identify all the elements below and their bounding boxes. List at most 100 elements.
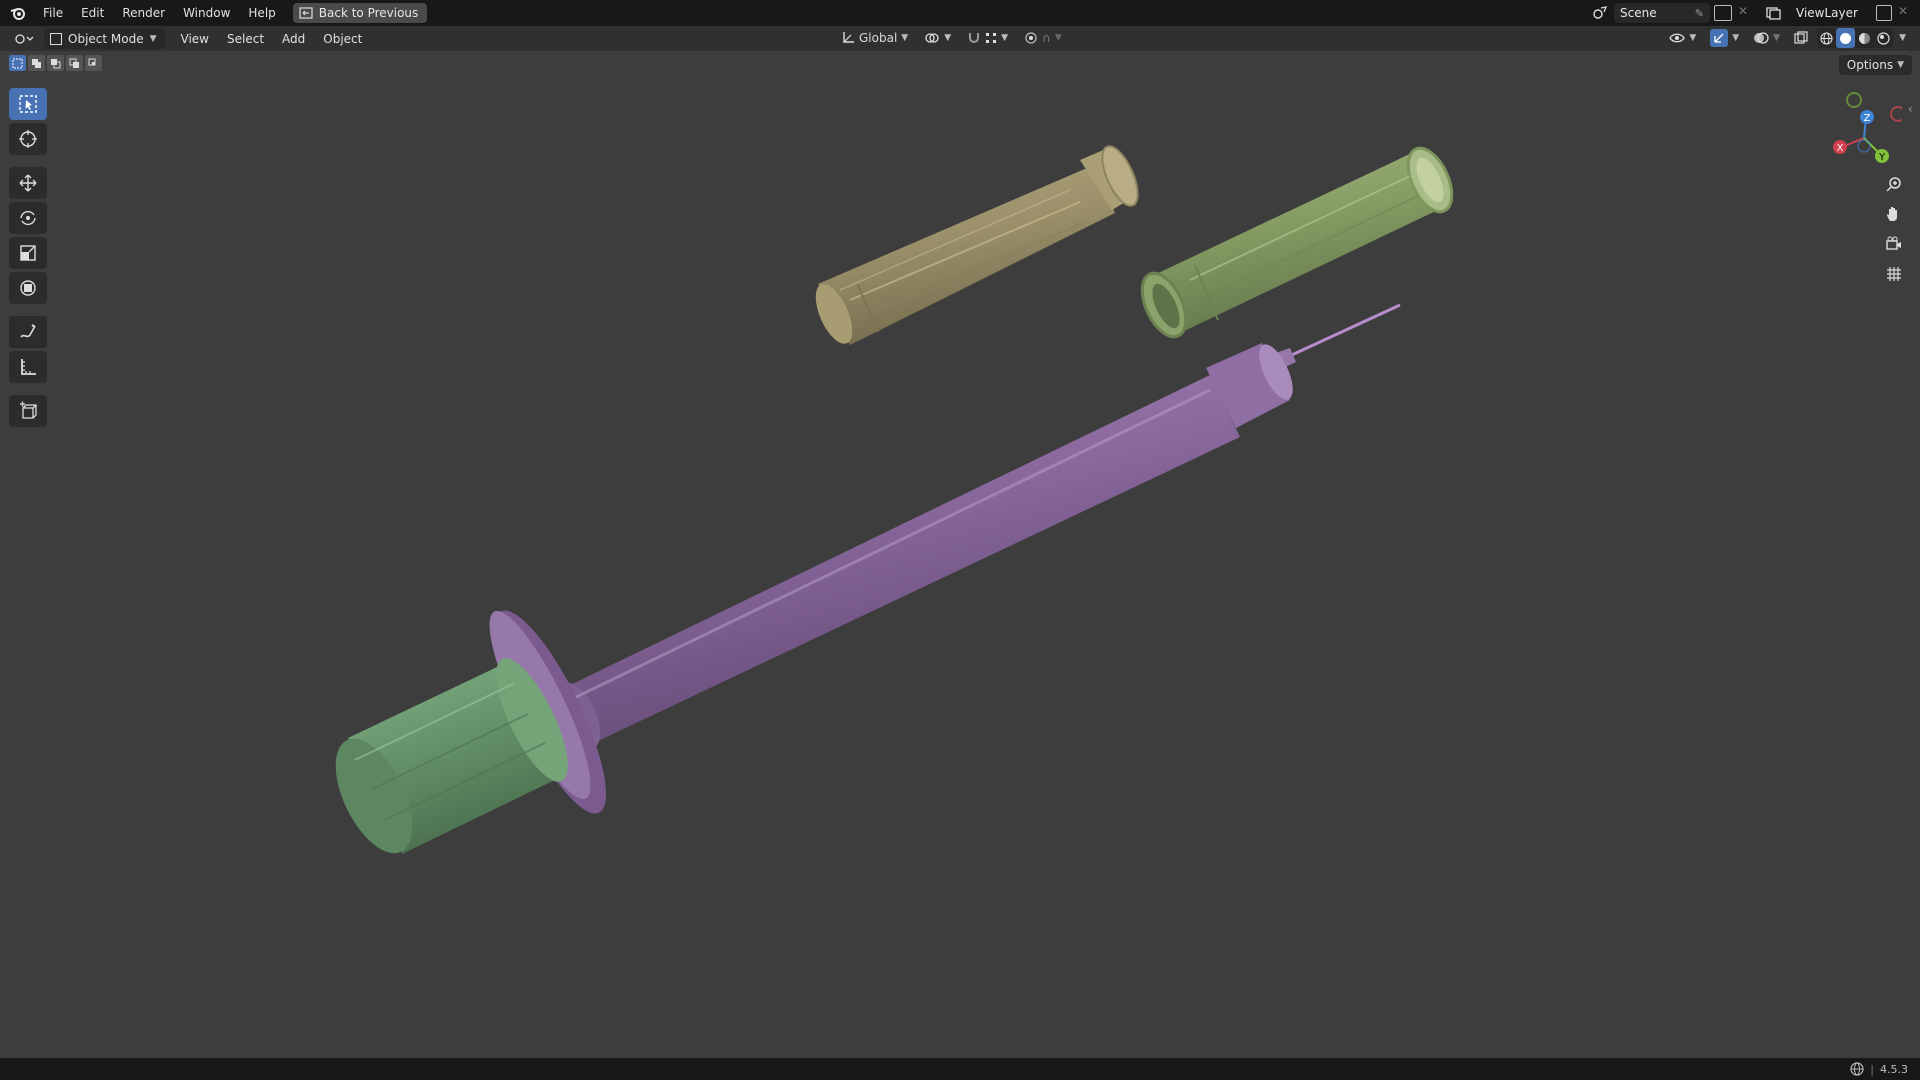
scene-render <box>335 141 1460 854</box>
transform-orientation-select[interactable]: Global ▼ <box>836 28 913 48</box>
new-viewlayer-icon[interactable] <box>1876 5 1892 21</box>
selection-mode-group <box>9 55 102 71</box>
add-cube-icon <box>18 401 38 421</box>
pan-hand-icon <box>1885 205 1903 223</box>
visibility-select[interactable]: ▼ <box>1664 28 1701 48</box>
green-cap-object[interactable] <box>1133 142 1460 344</box>
3d-viewport[interactable] <box>0 51 1920 1058</box>
transform-tools-group: Global ▼ ▼ ▼ ∩ ▼ <box>836 28 1067 48</box>
options-dropdown[interactable]: Options ▼ <box>1838 55 1912 75</box>
editor-type-button[interactable] <box>8 29 40 49</box>
viewlayer-selector-icon[interactable] <box>1762 4 1786 22</box>
wireframe-shading-button[interactable] <box>1817 28 1836 48</box>
measure-icon <box>18 357 38 377</box>
rotate-tool[interactable] <box>9 202 47 234</box>
solid-shading-button[interactable] <box>1836 28 1856 48</box>
chevron-down-icon: ▼ <box>1001 33 1009 43</box>
navigation-gizmo[interactable]: X Y Z <box>1822 88 1902 168</box>
gizmo-x-axis[interactable]: X <box>1833 140 1847 154</box>
scale-tool[interactable] <box>9 237 47 269</box>
xray-toggle[interactable] <box>1789 28 1813 48</box>
add-cube-tool[interactable] <box>9 395 47 427</box>
rotate-icon <box>18 208 38 228</box>
select-subtract-button[interactable] <box>47 55 64 71</box>
scene-field[interactable]: Scene ✎ <box>1614 3 1710 23</box>
menu-help[interactable]: Help <box>239 2 284 24</box>
chevron-down-icon: ▼ <box>901 33 909 43</box>
blender-logo-icon[interactable] <box>8 3 28 23</box>
chevron-down-icon: ▼ <box>1897 60 1904 70</box>
rendered-shading-button[interactable] <box>1874 28 1893 48</box>
select-invert-button[interactable] <box>66 55 83 71</box>
camera-view-button[interactable] <box>1880 230 1908 258</box>
svg-text:X: X <box>1837 143 1844 154</box>
screen-back-icon <box>299 7 313 19</box>
select-box-tool[interactable] <box>9 88 47 120</box>
orientation-label: Global <box>859 31 898 45</box>
scale-icon <box>18 243 38 263</box>
status-divider: | <box>1870 1062 1874 1076</box>
gizmo-z-axis[interactable]: Z <box>1860 110 1874 124</box>
top-menu-bar: File Edit Render Window Help Back to Pre… <box>0 0 1920 26</box>
select-extend-button[interactable] <box>28 55 45 71</box>
select-box-icon <box>18 94 38 114</box>
scene-selector-icon[interactable] <box>1588 4 1612 22</box>
magnet-icon <box>967 31 981 45</box>
syringe-barrel-object[interactable] <box>473 340 1300 826</box>
select-new-button[interactable] <box>9 55 26 71</box>
xray-icon <box>1794 31 1808 45</box>
viewlayer-field[interactable]: ViewLayer <box>1790 3 1882 23</box>
svg-text:Z: Z <box>1864 113 1871 124</box>
axis-orientation-icon <box>841 31 855 45</box>
menu-file[interactable]: File <box>34 2 72 24</box>
overlays-toggle[interactable]: ▼ <box>1748 28 1785 48</box>
mode-label: Object Mode <box>68 31 144 46</box>
chevron-down-icon[interactable]: ▼ <box>1899 33 1906 43</box>
menu-add[interactable]: Add <box>276 29 311 49</box>
eye-icon <box>1669 32 1686 44</box>
menu-window[interactable]: Window <box>174 2 239 24</box>
pivot-icon <box>924 31 940 45</box>
move-tool[interactable] <box>9 167 47 199</box>
zoom-button[interactable] <box>1880 170 1908 198</box>
version-label: 4.5.3 <box>1880 1062 1908 1076</box>
gizmo-y-axis[interactable]: Y <box>1875 149 1889 163</box>
transform-icon <box>18 278 38 298</box>
viewlayer-name: ViewLayer <box>1796 6 1858 20</box>
pivot-point-select[interactable]: ▼ <box>919 28 956 48</box>
gizmo-toggle[interactable]: ▼ <box>1705 28 1744 48</box>
scene-name: Scene <box>1620 6 1657 20</box>
menu-edit[interactable]: Edit <box>72 2 113 24</box>
select-intersect-button[interactable] <box>85 55 102 71</box>
menu-object[interactable]: Object <box>317 29 368 49</box>
sidebar-toggle-icon[interactable]: ‹ <box>1908 102 1913 116</box>
measure-tool[interactable] <box>9 351 47 383</box>
tool-shelf <box>9 88 47 427</box>
back-to-previous-label: Back to Previous <box>318 6 419 20</box>
annotate-tool[interactable] <box>9 316 47 348</box>
network-globe-icon[interactable] <box>1850 1062 1864 1076</box>
viewport-header: Object Mode ▼ View Select Add Object Glo… <box>0 26 1920 51</box>
chevron-down-icon: ▼ <box>1773 33 1781 43</box>
menu-select[interactable]: Select <box>221 29 270 49</box>
snap-toggle[interactable]: ▼ <box>962 28 1013 48</box>
overlays-icon <box>1753 31 1769 45</box>
remove-scene-icon[interactable]: ✕ <box>1738 4 1748 18</box>
material-preview-shading-button[interactable] <box>1855 28 1874 48</box>
chevron-down-icon: ▼ <box>1689 33 1697 43</box>
new-scene-icon[interactable] <box>1714 5 1732 21</box>
tan-cap-object[interactable] <box>808 141 1145 348</box>
pin-icon[interactable]: ✎ <box>1695 7 1704 20</box>
cursor-tool[interactable] <box>9 123 47 155</box>
remove-viewlayer-icon[interactable]: ✕ <box>1898 4 1908 18</box>
menu-view[interactable]: View <box>175 29 215 49</box>
menu-render[interactable]: Render <box>113 2 174 24</box>
proportional-edit-toggle[interactable]: ∩ ▼ <box>1019 28 1067 48</box>
ortho-toggle-button[interactable] <box>1880 260 1908 288</box>
transform-tool[interactable] <box>9 272 47 304</box>
camera-view-icon <box>1885 235 1903 253</box>
cursor-icon <box>18 129 38 149</box>
mode-selector[interactable]: Object Mode ▼ <box>44 28 165 49</box>
pan-button[interactable] <box>1880 200 1908 228</box>
back-to-previous-button[interactable]: Back to Previous <box>292 3 428 23</box>
